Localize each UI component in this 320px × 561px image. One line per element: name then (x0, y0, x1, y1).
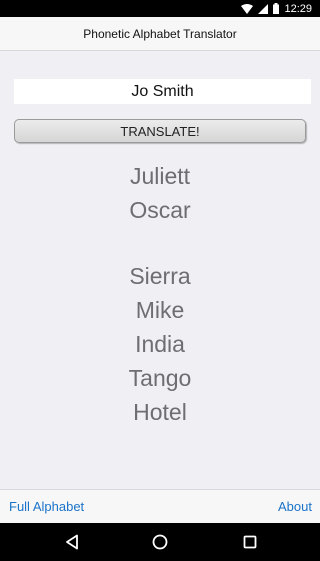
home-icon[interactable] (150, 532, 170, 552)
result-list: Juliett Oscar Sierra Mike India Tango Ho… (0, 159, 320, 429)
word-separator (0, 227, 320, 259)
android-navigation-bar (0, 523, 320, 561)
result-word: Juliett (129, 163, 191, 189)
result-word: Sierra (129, 263, 191, 289)
result-word: Oscar (129, 197, 191, 223)
page-title: Phonetic Alphabet Translator (83, 26, 237, 41)
back-icon[interactable] (62, 532, 82, 552)
status-bar: 12:29 (0, 0, 320, 17)
wifi-icon (241, 3, 254, 14)
battery-icon (273, 3, 280, 14)
footer-toolbar: Full Alphabet About (0, 489, 320, 523)
signal-icon (258, 3, 269, 14)
name-input[interactable] (14, 79, 311, 104)
result-word: Hotel (133, 399, 187, 425)
translate-button[interactable]: TRANSLATE! (14, 119, 306, 143)
translate-button-label: TRANSLATE! (120, 123, 200, 139)
status-time: 12:29 (284, 2, 312, 15)
about-link[interactable]: About (278, 499, 312, 514)
full-alphabet-link[interactable]: Full Alphabet (9, 499, 84, 514)
recents-icon[interactable] (240, 532, 260, 552)
result-word: Mike (135, 297, 185, 323)
navigation-header: Phonetic Alphabet Translator (0, 17, 320, 51)
result-word: India (135, 331, 185, 357)
result-word: Tango (128, 365, 192, 391)
